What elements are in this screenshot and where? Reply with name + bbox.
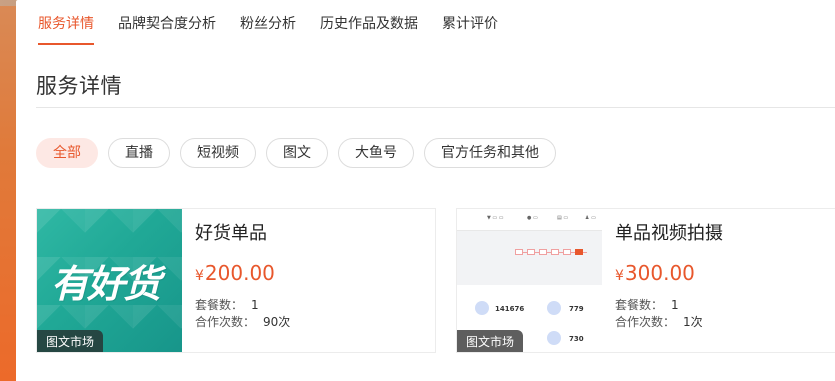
- user-icon: [547, 331, 561, 345]
- service-panel: 服务详情 品牌契合度分析 粉丝分析 历史作品及数据 累计评价 服务详情 全部 直…: [16, 0, 835, 381]
- user-icon: [547, 301, 561, 315]
- page-title: 服务详情: [36, 74, 122, 98]
- package-label: 套餐数：: [195, 298, 244, 312]
- category-badge: 图文市场: [37, 330, 104, 352]
- currency-symbol: ¥: [615, 268, 624, 284]
- step-dot: [539, 249, 547, 255]
- card-info: 好货单品 ¥200.00 套餐数： 1 合作次数： 90次: [195, 219, 290, 331]
- package-value: 1: [251, 298, 259, 312]
- currency-symbol: ¥: [195, 268, 204, 284]
- thumbnail-stat: 779: [569, 305, 584, 313]
- coop-row: 合作次数： 1次: [615, 314, 723, 331]
- card-thumbnail: ▼ ▭ ▭ ● ▭ ▤ ▭ ♟ ▭ 141676 779 730 图文市场: [457, 209, 602, 352]
- filter-official-tasks[interactable]: 官方任务和其他: [424, 138, 556, 168]
- coop-value: 1次: [683, 315, 703, 329]
- thumbnail-steps: [515, 247, 602, 257]
- service-card[interactable]: ▼ ▭ ▭ ● ▭ ▤ ▭ ♟ ▭ 141676 779 730 图文市场 单品…: [456, 208, 835, 353]
- step-dot: [551, 249, 559, 255]
- thumbnail-nav-item: ▼ ▭ ▭: [487, 215, 504, 221]
- filter-live[interactable]: 直播: [108, 138, 170, 168]
- card-thumbnail: 有好货 图文市场: [37, 209, 182, 352]
- tab-history[interactable]: 历史作品及数据: [320, 14, 418, 46]
- filter-dayu[interactable]: 大鱼号: [338, 138, 414, 168]
- thumbnail-nav-item: ● ▭: [527, 215, 538, 221]
- divider: [36, 107, 835, 108]
- thumbnail-nav-item: ▤ ▭: [557, 215, 569, 221]
- step-dot: [515, 249, 523, 255]
- tab-fan-analysis[interactable]: 粉丝分析: [240, 14, 296, 46]
- coop-row: 合作次数： 90次: [195, 314, 290, 331]
- filter-image-text[interactable]: 图文: [266, 138, 328, 168]
- card-meta: 套餐数： 1 合作次数： 1次: [615, 297, 723, 331]
- card-price: ¥300.00: [615, 261, 723, 285]
- coop-label: 合作次数：: [615, 315, 676, 329]
- thumbnail-stat: 141676: [495, 305, 525, 313]
- price-value: 300.00: [624, 261, 695, 285]
- tab-bar: 服务详情 品牌契合度分析 粉丝分析 历史作品及数据 累计评价: [38, 14, 522, 46]
- step-dot: [527, 249, 535, 255]
- thumbnail-nav-item: ♟ ▭: [585, 215, 596, 221]
- package-row: 套餐数： 1: [195, 297, 290, 314]
- card-title[interactable]: 好货单品: [195, 219, 290, 245]
- card-info: 单品视频拍摄 ¥300.00 套餐数： 1 合作次数： 1次: [615, 219, 723, 331]
- filter-chips: 全部 直播 短视频 图文 大鱼号 官方任务和其他: [36, 138, 566, 168]
- user-icon: [475, 301, 489, 315]
- thumbnail-stat: 730: [569, 335, 584, 343]
- price-value: 200.00: [204, 261, 275, 285]
- card-meta: 套餐数： 1 合作次数： 90次: [195, 297, 290, 331]
- package-value: 1: [671, 298, 679, 312]
- tab-reviews[interactable]: 累计评价: [442, 14, 498, 46]
- filter-short-video[interactable]: 短视频: [180, 138, 256, 168]
- filter-all[interactable]: 全部: [36, 138, 98, 168]
- tab-service-details[interactable]: 服务详情: [38, 14, 94, 46]
- coop-value: 90次: [263, 315, 291, 329]
- coop-label: 合作次数：: [195, 315, 256, 329]
- thumbnail-logo-text: 有好货: [51, 262, 161, 306]
- card-title[interactable]: 单品视频拍摄: [615, 219, 723, 245]
- package-row: 套餐数： 1: [615, 297, 723, 314]
- package-label: 套餐数：: [615, 298, 664, 312]
- category-badge: 图文市场: [457, 330, 524, 352]
- card-price: ¥200.00: [195, 261, 290, 285]
- thumbnail-nav-bar: ▼ ▭ ▭ ● ▭ ▤ ▭ ♟ ▭: [457, 209, 602, 231]
- step-dot: [563, 249, 571, 255]
- service-card[interactable]: 有好货 图文市场 好货单品 ¥200.00 套餐数： 1 合作次数： 90次: [36, 208, 436, 353]
- tab-brand-fit[interactable]: 品牌契合度分析: [118, 14, 216, 46]
- step-dot-active: [575, 249, 583, 255]
